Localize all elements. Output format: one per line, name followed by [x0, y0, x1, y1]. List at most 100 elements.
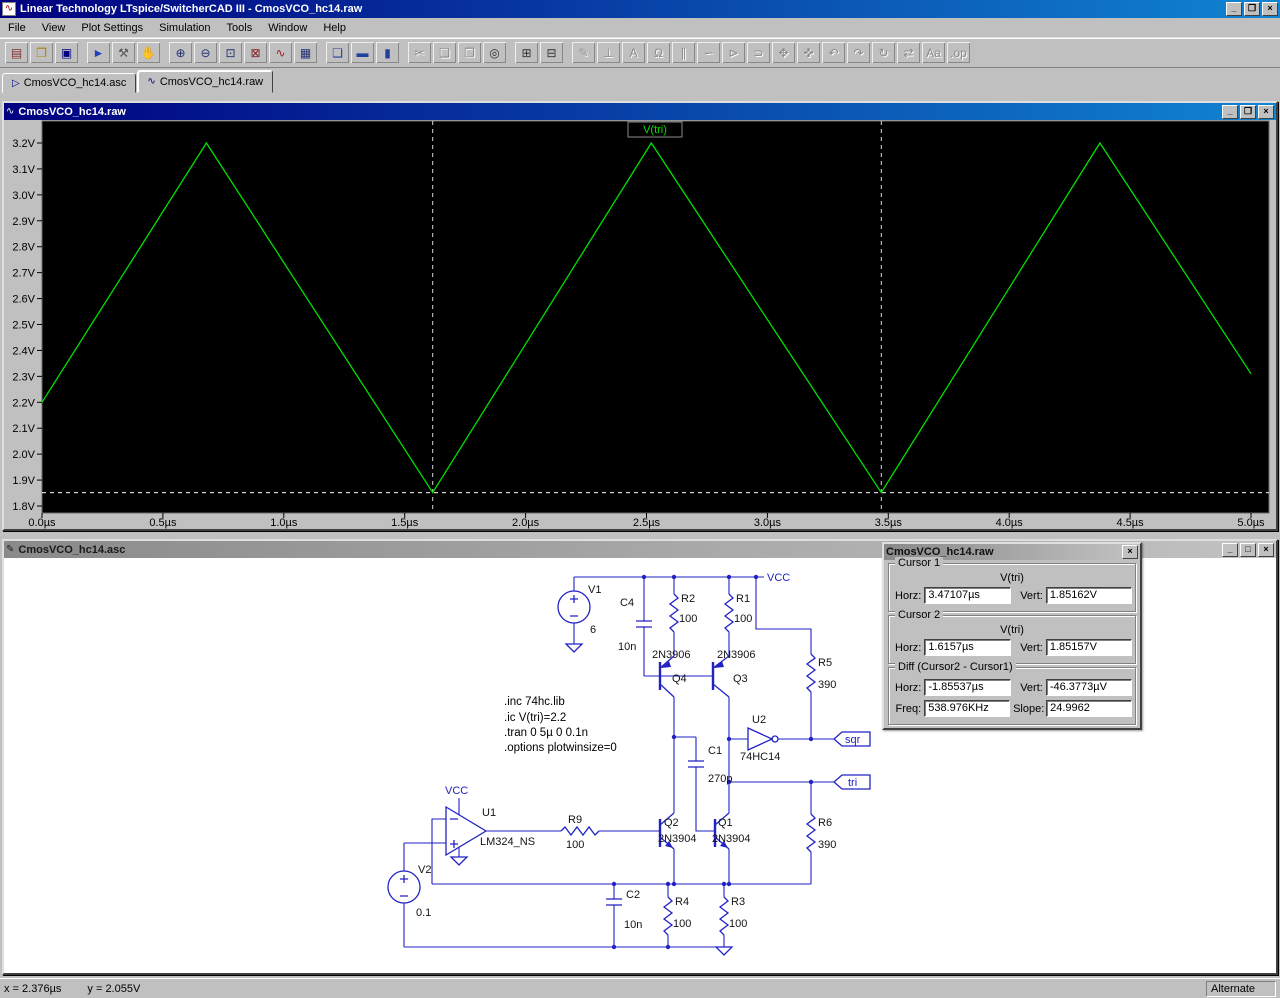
undo-button[interactable]: ↶	[822, 42, 845, 63]
menu-help[interactable]: Help	[315, 20, 354, 36]
cursor2-horz-field[interactable]: 1.6157µs	[924, 639, 1010, 656]
control-panel-button[interactable]: ⚒	[112, 42, 135, 63]
plot-pane[interactable]	[42, 121, 1269, 513]
drag-tool-button[interactable]: ✜	[797, 42, 820, 63]
tab-cmosvco_hc14.asc[interactable]: ▷CmosVCO_hc14.asc	[2, 73, 136, 93]
waveform-minimize-button[interactable]: _	[1222, 105, 1238, 119]
zoom-in-icon: ⊕	[175, 47, 185, 59]
cursor-mode-indicator: Alternate	[1206, 981, 1276, 997]
tile-vertical-button[interactable]: ▮	[376, 42, 399, 63]
spice-directive-tran[interactable]: .tran 0 5µ 0 0.1n	[504, 727, 588, 739]
ground-symbol-u1[interactable]	[451, 857, 467, 865]
component-tool-button[interactable]: ⊃	[747, 42, 770, 63]
resistor-R1[interactable]	[725, 594, 733, 632]
redo-button[interactable]: ↷	[847, 42, 870, 63]
resistor-R4[interactable]	[664, 897, 672, 935]
rotate-tool-icon: ↻	[878, 47, 888, 59]
ground-symbol-v1[interactable]	[566, 644, 582, 652]
label-c4-name: C4	[620, 597, 634, 609]
paste-icon: ❒	[464, 47, 475, 59]
text-tool-button[interactable]: Aa	[922, 42, 945, 63]
capacitor-C2[interactable]	[606, 899, 622, 905]
copy-button[interactable]: ❑	[433, 42, 456, 63]
capacitor-C4[interactable]	[636, 621, 652, 627]
diff-horz-field[interactable]: -1.85537µs	[924, 679, 1010, 696]
x-tick-label: 1.0µs	[270, 517, 298, 529]
schematic-minimize-button[interactable]: _	[1222, 543, 1238, 557]
autorange-y-axis-button[interactable]: ∿	[269, 42, 292, 63]
resistor-R3[interactable]	[720, 897, 728, 935]
wire-tool-button[interactable]: ✎	[572, 42, 595, 63]
spice-directive-inc[interactable]: .inc 74hc.lib	[504, 696, 565, 708]
paste-button[interactable]: ❒	[458, 42, 481, 63]
print-preview-button[interactable]: ⊟	[540, 42, 563, 63]
find-button[interactable]: ◎	[483, 42, 506, 63]
schematic-maximize-button[interactable]: □	[1240, 543, 1256, 557]
y-tick-label: 2.0V	[12, 449, 35, 461]
mirror-tool-button[interactable]: ⇄	[897, 42, 920, 63]
zoom-full-extents-button[interactable]: ⊡	[219, 42, 242, 63]
capacitor-C1[interactable]	[688, 761, 704, 767]
rotate-tool-button[interactable]: ↻	[872, 42, 895, 63]
close-button[interactable]: ×	[1262, 2, 1278, 16]
open-file-button[interactable]: ❐	[30, 42, 53, 63]
spice-directive-options[interactable]: .options plotwinsize=0	[504, 742, 617, 754]
zoom-back-button[interactable]: ⊖	[194, 42, 217, 63]
cursor1-horz-field[interactable]: 3.47107µs	[924, 587, 1010, 604]
waveform-restore-button[interactable]: ❐	[1240, 105, 1256, 119]
diff-slope-field[interactable]: 24.9962	[1046, 700, 1132, 717]
tile-windows-button[interactable]: ❏	[326, 42, 349, 63]
label-r1-name: R1	[736, 593, 750, 605]
run-simulation-button[interactable]: ►	[87, 42, 110, 63]
trace-legend-label[interactable]: V(tri)	[643, 124, 667, 136]
cut-button[interactable]: ✂	[408, 42, 431, 63]
x-tick-label: 5.0µs	[1237, 517, 1265, 529]
resistor-R6[interactable]	[807, 814, 815, 852]
label-r3-value: 100	[729, 918, 747, 930]
menu-simulation[interactable]: Simulation	[151, 20, 218, 36]
resistor-R2[interactable]	[670, 594, 678, 632]
diff-vert-field[interactable]: -46.3773µV	[1046, 679, 1132, 696]
waveform-close-button[interactable]: ×	[1258, 105, 1274, 119]
resistor-tool-button[interactable]: Ω	[647, 42, 670, 63]
menu-tools[interactable]: Tools	[219, 20, 261, 36]
menu-window[interactable]: Window	[260, 20, 315, 36]
label-r6-name: R6	[818, 817, 832, 829]
spice-directive-ic[interactable]: .ic V(tri)=2.2	[504, 712, 566, 724]
minimize-button[interactable]: _	[1226, 2, 1242, 16]
restore-button[interactable]: ❐	[1244, 2, 1260, 16]
zoom-in-button[interactable]: ⊕	[169, 42, 192, 63]
diff-freq-field[interactable]: 538.976KHz	[924, 700, 1010, 717]
grid-toggle-button[interactable]: ▦	[294, 42, 317, 63]
spice-directive-tool-button[interactable]: .op	[947, 42, 970, 63]
cursor1-vert-field[interactable]: 1.85162V	[1046, 587, 1132, 604]
label-net-tool-button[interactable]: A	[622, 42, 645, 63]
tile-horizontal-button[interactable]: ▬	[351, 42, 374, 63]
halt-simulation-button[interactable]: ✋	[137, 42, 160, 63]
waveform-window-titlebar[interactable]: ∿ CmosVCO_hc14.raw _ ❐ ×	[4, 103, 1276, 120]
ground-symbol-main[interactable]	[716, 947, 732, 955]
menu-view[interactable]: View	[34, 20, 74, 36]
flag-tri: tri	[848, 777, 857, 789]
menu-file[interactable]: File	[0, 20, 34, 36]
cursor-x-readout: x = 2.376µs	[4, 983, 61, 995]
x-tick-label: 4.0µs	[996, 517, 1024, 529]
inverter-U2[interactable]	[748, 728, 772, 750]
capacitor-tool-button[interactable]: ∥	[672, 42, 695, 63]
inductor-tool-button[interactable]: ∽	[697, 42, 720, 63]
print-button[interactable]: ⊞	[515, 42, 538, 63]
resistor-R9[interactable]	[561, 827, 599, 835]
schematic-close-button[interactable]: ×	[1258, 543, 1274, 557]
diode-tool-button[interactable]: ⊳	[722, 42, 745, 63]
move-tool-button[interactable]: ✥	[772, 42, 795, 63]
cursor2-vert-field[interactable]: 1.85157V	[1046, 639, 1132, 656]
menu-plot-settings[interactable]: Plot Settings	[73, 20, 151, 36]
waveform-plot[interactable]: 1.8V1.9V2.0V2.1V2.2V2.3V2.4V2.5V2.6V2.7V…	[4, 120, 1276, 529]
save-file-button[interactable]: ▣	[55, 42, 78, 63]
cursor-dialog-close-button[interactable]: ×	[1122, 545, 1138, 559]
resistor-R5[interactable]	[807, 654, 815, 692]
tab-cmosvco_hc14.raw[interactable]: ∿CmosVCO_hc14.raw	[137, 70, 273, 93]
ground-tool-button[interactable]: ⊥	[597, 42, 620, 63]
zoom-fit-button[interactable]: ⊠	[244, 42, 267, 63]
new-schematic-button[interactable]: ▤	[5, 42, 28, 63]
